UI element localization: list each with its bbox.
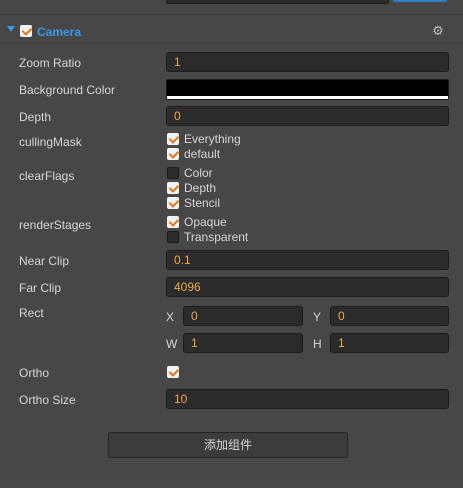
near-clip-label: Near Clip — [19, 254, 70, 268]
add-component-button[interactable]: 添加组件 — [108, 432, 348, 458]
ortho-checkbox[interactable] — [167, 366, 179, 378]
render-stages-label: renderStages — [19, 218, 92, 232]
culling-mask-default-label: default — [184, 147, 221, 161]
render-stages-opaque-label: Opaque — [184, 215, 227, 229]
render-stages-transparent-checkbox[interactable] — [167, 231, 179, 243]
far-clip-input[interactable]: 4096 — [166, 277, 449, 297]
rect-h-input[interactable]: 1 — [330, 333, 449, 353]
previous-property-field[interactable] — [166, 0, 389, 4]
clear-flags-label: clearFlags — [19, 169, 75, 183]
rect-h-label: H — [313, 337, 322, 351]
alpha-bar — [167, 96, 448, 99]
previous-property-button[interactable] — [393, 0, 447, 2]
ortho-size-label: Ortho Size — [19, 393, 76, 407]
zoom-ratio-label: Zoom Ratio — [19, 56, 82, 70]
rect-w-input[interactable]: 1 — [183, 333, 303, 353]
background-color-swatch[interactable] — [166, 79, 449, 100]
rect-label: Rect — [19, 306, 44, 320]
ortho-label: Ortho — [19, 366, 50, 380]
component-enabled-checkbox[interactable] — [20, 25, 32, 37]
component-title: Camera — [37, 25, 82, 39]
top-strip — [0, 0, 463, 4]
background-color-label: Background Color — [19, 83, 116, 97]
clear-flags-stencil-label: Stencil — [184, 196, 221, 210]
far-clip-label: Far Clip — [19, 281, 62, 295]
header-divider — [0, 43, 463, 44]
culling-mask-label: cullingMask — [19, 135, 82, 149]
rect-x-input[interactable]: 0 — [183, 306, 303, 326]
clear-flags-depth-checkbox[interactable] — [167, 182, 179, 194]
rect-w-label: W — [166, 337, 178, 351]
rect-x-label: X — [166, 310, 175, 324]
rect-y-label: Y — [313, 310, 322, 324]
gear-icon[interactable]: ⚙ — [431, 24, 445, 38]
render-stages-transparent-label: Transparent — [184, 230, 249, 244]
clear-flags-color-label: Color — [184, 166, 213, 180]
render-stages-opaque-checkbox[interactable] — [167, 216, 179, 228]
culling-mask-everything-label: Everything — [184, 132, 241, 146]
depth-input[interactable]: 0 — [166, 106, 449, 126]
camera-component-header[interactable]: Camera ⚙ — [0, 21, 463, 43]
near-clip-input[interactable]: 0.1 — [166, 250, 449, 270]
section-divider — [0, 14, 463, 15]
zoom-ratio-input[interactable]: 1 — [166, 52, 449, 72]
clear-flags-stencil-checkbox[interactable] — [167, 197, 179, 209]
depth-label: Depth — [19, 110, 52, 124]
clear-flags-depth-label: Depth — [184, 181, 217, 195]
culling-mask-everything-checkbox[interactable] — [167, 133, 179, 145]
rect-y-input[interactable]: 0 — [330, 306, 449, 326]
clear-flags-color-checkbox[interactable] — [167, 167, 179, 179]
culling-mask-default-checkbox[interactable] — [167, 148, 179, 160]
ortho-size-input[interactable]: 10 — [166, 389, 449, 409]
triangle-down-icon[interactable] — [7, 26, 15, 32]
